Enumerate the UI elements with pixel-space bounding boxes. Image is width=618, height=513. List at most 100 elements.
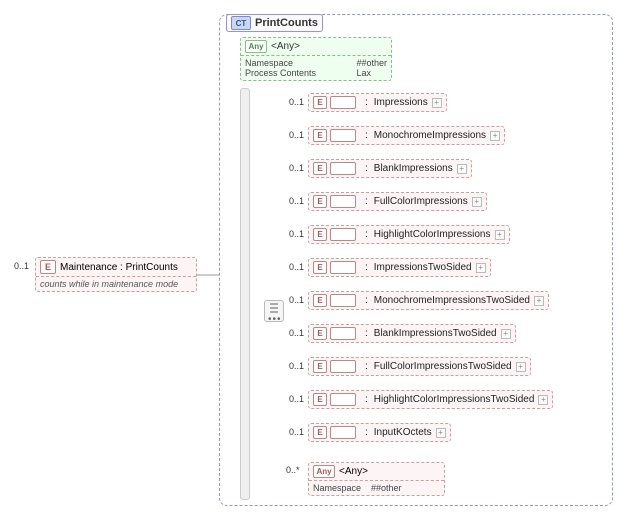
ref-badge bbox=[330, 426, 356, 439]
colon: : bbox=[365, 163, 368, 174]
root-label: Maintenance : PrintCounts bbox=[60, 262, 178, 273]
child-element[interactable]: 0..1E:Impressions+ bbox=[286, 93, 447, 112]
any-attribute-box[interactable]: Any <Any> Namespace##other Process Conte… bbox=[240, 37, 392, 81]
expand-icon[interactable]: + bbox=[436, 428, 446, 438]
element-badge: E bbox=[313, 195, 327, 208]
child-occurrence: 0..1 bbox=[286, 262, 304, 272]
bottom-any-occurrence: 0..* bbox=[286, 465, 300, 475]
child-name: HighlightColorImpressionsTwoSided bbox=[374, 394, 535, 405]
element-badge: E bbox=[313, 294, 327, 307]
element-badge: E bbox=[313, 261, 327, 274]
colon: : bbox=[365, 361, 368, 372]
colon: : bbox=[365, 262, 368, 273]
element-badge: E bbox=[313, 426, 327, 439]
element-badge: E bbox=[40, 260, 56, 274]
ref-badge bbox=[330, 261, 356, 274]
child-element[interactable]: 0..1 E: HighlightColorImpressionsTwoSided+ bbox=[286, 390, 553, 409]
ref-box[interactable]: E: HighlightColorImpressions + bbox=[308, 225, 510, 244]
colon: : bbox=[365, 394, 368, 405]
child-element[interactable]: 0..1 E: BlankImpressionsTwoSided + bbox=[286, 324, 516, 343]
element-badge: E bbox=[313, 228, 327, 241]
element-badge: E bbox=[313, 360, 327, 373]
ref-badge bbox=[330, 294, 356, 307]
ref-badge bbox=[330, 360, 356, 373]
child-element[interactable]: 0..1 E: HighlightColorImpressions + bbox=[286, 225, 510, 244]
child-element[interactable]: 0..1 E: ImpressionsTwoSided + bbox=[286, 258, 491, 277]
sequence-compositor[interactable]: ••• bbox=[264, 300, 284, 322]
child-occurrence: 0..1 bbox=[286, 394, 304, 404]
expand-icon[interactable]: + bbox=[457, 164, 467, 174]
bottom-any-title: <Any> bbox=[339, 466, 368, 477]
child-element[interactable]: 0..1E:MonochromeImpressions+ bbox=[286, 126, 505, 145]
complex-type-container: CT PrintCounts Any <Any> Namespace##othe… bbox=[219, 14, 613, 506]
child-name: MonochromeImpressions bbox=[374, 130, 486, 141]
child-name: BlankImpressionsTwoSided bbox=[374, 328, 497, 339]
ref-badge bbox=[330, 162, 356, 175]
child-element[interactable]: 0..1 E: FullColorImpressions + bbox=[286, 192, 487, 211]
child-occurrence: 0..1 bbox=[286, 130, 304, 140]
ref-box[interactable]: E: ImpressionsTwoSided + bbox=[308, 258, 491, 277]
colon: : bbox=[365, 229, 368, 240]
expand-icon[interactable]: + bbox=[495, 230, 505, 240]
ref-box[interactable]: E:MonochromeImpressions+ bbox=[308, 126, 505, 145]
ref-box[interactable]: E: BlankImpressionsTwoSided + bbox=[308, 324, 516, 343]
colon: : bbox=[365, 295, 368, 306]
bottom-any-box[interactable]: Any <Any> Namespace##other bbox=[308, 462, 445, 496]
ref-badge bbox=[330, 228, 356, 241]
expand-icon[interactable]: + bbox=[516, 362, 526, 372]
child-name: FullColorImpressions bbox=[374, 196, 468, 207]
ref-badge bbox=[330, 327, 356, 340]
ref-badge bbox=[330, 195, 356, 208]
child-element[interactable]: 0..1E:MonochromeImpressionsTwoSided+ bbox=[286, 291, 549, 310]
child-occurrence: 0..1 bbox=[286, 97, 304, 107]
colon: : bbox=[365, 427, 368, 438]
child-element[interactable]: 0..1E:InputKOctets+ bbox=[286, 423, 451, 442]
expand-icon[interactable]: + bbox=[534, 296, 544, 306]
ref-box[interactable]: E: InputKOctets + bbox=[308, 423, 451, 442]
ref-box[interactable]: E: FullColorImpressions + bbox=[308, 192, 487, 211]
child-occurrence: 0..1 bbox=[286, 229, 304, 239]
ref-box[interactable]: E:Impressions+ bbox=[308, 93, 447, 112]
expand-icon[interactable]: + bbox=[476, 263, 486, 273]
root-occurrence: 0..1 bbox=[14, 261, 29, 271]
child-name: BlankImpressions bbox=[374, 163, 453, 174]
ref-box[interactable]: E: HighlightColorImpressionsTwoSided+ bbox=[308, 390, 553, 409]
child-name: HighlightColorImpressions bbox=[374, 229, 491, 240]
expand-icon[interactable]: + bbox=[538, 395, 548, 405]
any-badge-bottom: Any bbox=[313, 465, 335, 478]
complex-type-header[interactable]: CT PrintCounts bbox=[226, 14, 323, 32]
element-badge: E bbox=[313, 393, 327, 406]
ct-badge: CT bbox=[231, 16, 251, 30]
ref-box[interactable]: E: FullColorImpressionsTwoSided + bbox=[308, 357, 531, 376]
bottom-any-body: Namespace##other bbox=[309, 481, 444, 495]
colon: : bbox=[365, 196, 368, 207]
expand-icon[interactable]: + bbox=[501, 329, 511, 339]
child-name: FullColorImpressionsTwoSided bbox=[374, 361, 512, 372]
any-title: <Any> bbox=[271, 41, 300, 52]
colon: : bbox=[365, 130, 368, 141]
colon: : bbox=[365, 328, 368, 339]
child-name: ImpressionsTwoSided bbox=[374, 262, 472, 273]
child-occurrence: 0..1 bbox=[286, 196, 304, 206]
element-badge: E bbox=[313, 96, 327, 109]
any-badge: Any bbox=[245, 40, 267, 53]
ref-badge bbox=[330, 96, 356, 109]
ref-badge bbox=[330, 129, 356, 142]
child-element[interactable]: 0..1 E: FullColorImpressionsTwoSided + bbox=[286, 357, 531, 376]
any-body: Namespace##other Process ContentsLax bbox=[241, 56, 391, 80]
root-element[interactable]: E Maintenance : PrintCounts counts while… bbox=[35, 257, 197, 292]
ref-box[interactable]: E:BlankImpressions+ bbox=[308, 159, 472, 178]
child-occurrence: 0..1 bbox=[286, 328, 304, 338]
child-name: InputKOctets bbox=[374, 427, 432, 438]
child-element[interactable]: 0..1E:BlankImpressions+ bbox=[286, 159, 472, 178]
child-occurrence: 0..1 bbox=[286, 163, 304, 173]
sequence-bar bbox=[240, 88, 250, 500]
child-name: Impressions bbox=[374, 97, 428, 108]
expand-icon[interactable]: + bbox=[472, 197, 482, 207]
expand-icon[interactable]: + bbox=[432, 98, 442, 108]
ref-box[interactable]: E:MonochromeImpressionsTwoSided+ bbox=[308, 291, 549, 310]
root-description: counts while in maintenance mode bbox=[36, 277, 196, 291]
child-occurrence: 0..1 bbox=[286, 361, 304, 371]
element-badge: E bbox=[313, 327, 327, 340]
expand-icon[interactable]: + bbox=[490, 131, 500, 141]
